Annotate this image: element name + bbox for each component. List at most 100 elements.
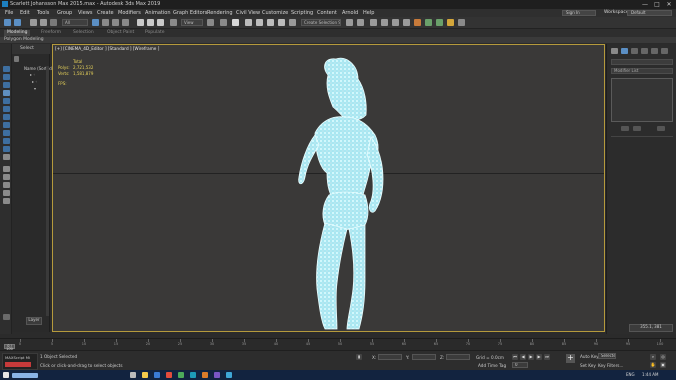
remove-modifier-icon[interactable] [657,126,665,131]
create-tab-icon[interactable] [611,48,618,54]
menu-views[interactable]: Views [78,10,92,16]
selected-dropdown[interactable]: Selected [598,353,616,359]
tab-selection[interactable]: Selection [70,30,97,36]
task-view-icon[interactable] [130,372,136,378]
menu-help[interactable]: Help [363,10,374,16]
hierarchy-tab-icon[interactable] [631,48,638,54]
helpers-filter-icon[interactable] [3,122,10,128]
minimize-button[interactable]: — [640,1,650,8]
app-icon[interactable] [226,372,232,378]
display-tab-icon[interactable] [651,48,658,54]
file-explorer-icon[interactable] [142,372,148,378]
x-coordinate-field[interactable] [378,354,402,360]
rotate-icon[interactable] [147,19,154,26]
select-manipulate-icon[interactable] [220,19,227,26]
keyboard-shortcut-icon[interactable] [232,19,239,26]
menu-customize[interactable]: Customize [262,10,288,16]
mirror-icon[interactable] [346,19,353,26]
layer-explorer-icon[interactable] [370,19,377,26]
go-to-end-icon[interactable]: ⏭ [544,354,550,360]
menu-file[interactable]: File [5,10,13,16]
unlink-icon[interactable] [40,19,47,26]
menu-tools[interactable]: Tools [37,10,49,16]
menu-civil-view[interactable]: Civil View [236,10,260,16]
named-selection-set-dropdown[interactable]: Create Selection Se [301,19,341,26]
explorer-scrollbar[interactable] [46,66,49,316]
menu-edit[interactable]: Edit [20,10,30,16]
auto-key-button[interactable]: Auto Key [580,354,599,359]
frozen-filter-icon[interactable] [3,174,10,180]
groups-filter-icon[interactable] [3,138,10,144]
go-to-start-icon[interactable]: ⏮ [512,354,518,360]
explorer-menu-icon[interactable] [14,56,19,62]
geometry-filter-icon[interactable] [3,90,10,96]
link-icon[interactable] [30,19,37,26]
select-object-icon[interactable] [92,19,99,26]
app-icon[interactable] [202,372,208,378]
selection-filter-dropdown[interactable]: All [62,19,88,26]
schematic-view-icon[interactable] [403,19,410,26]
explorer-layer-dropdown[interactable]: Layer [26,317,42,325]
display-all-icon[interactable] [3,74,10,80]
scene-explorer-icon[interactable] [381,19,388,26]
menu-animation[interactable]: Animation [145,10,171,16]
lights-filter-icon[interactable] [3,106,10,112]
tab-modeling[interactable]: Modeling [4,30,31,36]
edit-named-selection-icon[interactable] [289,19,296,26]
find-icon[interactable] [3,190,10,196]
timeline[interactable]: 0 / 100 0 5 10 15 20 25 30 35 40 45 50 55 60 65 70 75 80… [0,338,676,351]
store-icon[interactable] [178,372,184,378]
pan-icon[interactable]: ✋ [650,362,656,368]
tree-expand-icon[interactable]: ▸ ◦ [30,72,36,77]
xrefs-filter-icon[interactable] [3,146,10,152]
maximize-viewport-icon[interactable]: ▣ [660,362,666,368]
utilities-tab-icon[interactable] [661,48,668,54]
shapes-filter-icon[interactable] [3,98,10,104]
menu-create[interactable]: Create [97,10,114,16]
current-frame-field[interactable]: 0 [512,362,528,368]
y-coordinate-field[interactable] [412,354,436,360]
clock[interactable]: 1:44 AM [642,372,658,377]
select-by-name-icon[interactable] [102,19,109,26]
sign-in-button[interactable]: Sign In [562,10,596,16]
maxscript-listener[interactable]: MAXScript Mi [2,353,38,370]
space-warps-filter-icon[interactable] [3,130,10,136]
menu-group[interactable]: Group [57,10,72,16]
angle-snap-icon[interactable] [256,19,263,26]
next-frame-icon[interactable]: ▶ [536,354,542,360]
layer-manager-icon[interactable] [3,314,10,320]
display-none-icon[interactable] [3,66,10,72]
set-key-button[interactable]: Set Key [580,363,596,368]
key-filters-button[interactable]: Key Filters... [598,363,623,368]
undo-icon[interactable] [4,19,11,26]
bind-space-warp-icon[interactable] [50,19,57,26]
tab-freeform[interactable]: Freeform [38,30,64,36]
app-icon[interactable] [214,372,220,378]
menu-arnold[interactable]: Arnold [342,10,358,16]
pin-stack-icon[interactable] [621,126,629,131]
motion-tab-icon[interactable] [641,48,648,54]
play-icon[interactable]: ▶ [528,354,534,360]
menu-rendering[interactable]: Rendering [207,10,233,16]
explorer-header[interactable]: Select [12,44,50,54]
render-setup-icon[interactable] [425,19,432,26]
windows-start-icon[interactable] [3,372,9,378]
reference-coordinate-dropdown[interactable]: View [181,19,203,26]
hidden-filter-icon[interactable] [3,182,10,188]
sync-selection-icon[interactable] [3,198,10,204]
orbit-icon[interactable]: ◎ [660,354,666,360]
menu-graph-editors[interactable]: Graph Editors [173,10,207,16]
set-key-plus-icon[interactable]: + [566,354,575,363]
3ds-max-taskbar-icon[interactable] [190,372,196,378]
containers-filter-icon[interactable] [3,166,10,172]
menu-modifiers[interactable]: Modifiers [118,10,141,16]
render-production-icon[interactable] [447,19,454,26]
previous-frame-icon[interactable]: ◀ [520,354,526,360]
place-icon[interactable] [170,19,177,26]
workspace-dropdown[interactable]: Default [627,10,672,16]
material-editor-icon[interactable] [414,19,421,26]
rectangular-selection-icon[interactable] [112,19,119,26]
cameras-filter-icon[interactable] [3,114,10,120]
show-end-result-icon[interactable] [633,126,641,131]
modifier-stack[interactable] [611,78,673,122]
